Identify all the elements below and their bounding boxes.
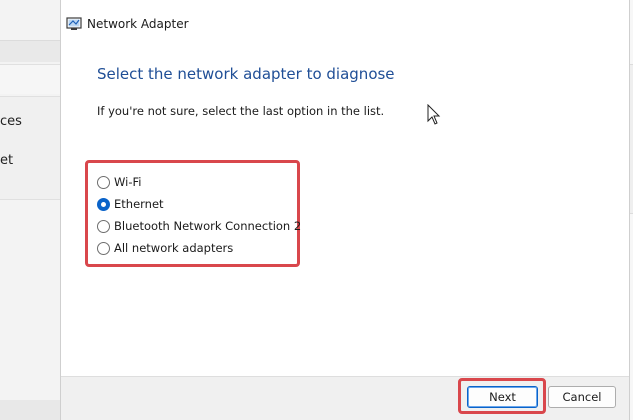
radio-button[interactable] [97,175,110,189]
option-label: Wi-Fi [114,175,142,189]
background-item-partial[interactable]: ces [0,114,22,129]
dialog-title: Network Adapter [87,17,189,31]
dialog-instruction: If you're not sure, select the last opti… [97,104,385,118]
radio-button[interactable] [97,241,110,255]
option-wifi[interactable]: Wi-Fi [97,173,141,191]
dialog-titlebar: Network Adapter [61,0,629,48]
background-panel [0,96,60,200]
next-button[interactable]: Next [467,386,538,408]
option-label: Ethernet [114,197,164,211]
radio-button-selected[interactable] [97,197,110,211]
mouse-pointer-icon [427,103,441,126]
option-all-adapters[interactable]: All network adapters [97,239,233,257]
option-label: All network adapters [114,241,234,255]
option-bluetooth[interactable]: Bluetooth Network Connection 2 [97,217,301,235]
network-adapter-dialog: Network Adapter Select the network adapt… [60,0,630,420]
option-label: Bluetooth Network Connection 2 [114,219,302,233]
background-row [0,64,60,94]
background-row [0,40,60,62]
network-adapter-icon [66,16,82,30]
radio-button[interactable] [97,219,110,233]
background-footer [0,400,60,420]
dialog-heading: Select the network adapter to diagnose [97,65,395,83]
cancel-button[interactable]: Cancel [548,386,616,408]
background-window: ces et [0,0,60,420]
background-item-partial[interactable]: et [0,153,13,168]
option-ethernet[interactable]: Ethernet [97,195,164,213]
